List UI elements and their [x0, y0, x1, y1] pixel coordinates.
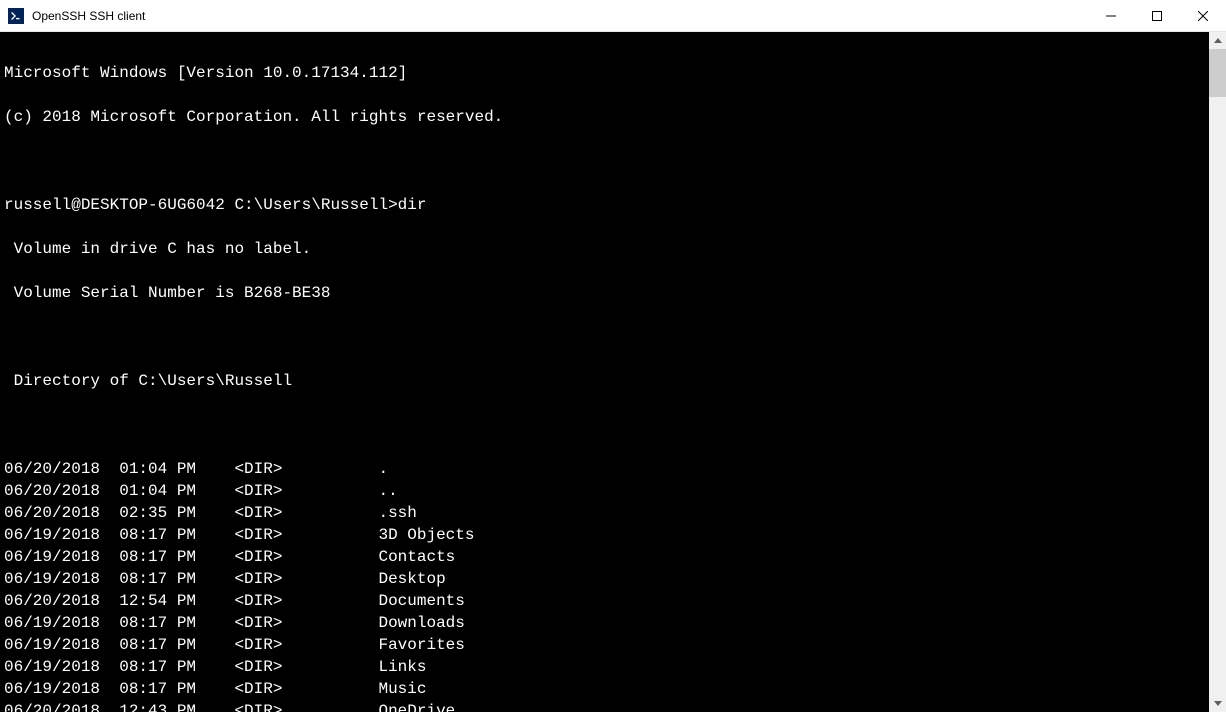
dir-entry: 06/20/2018 01:04 PM <DIR> ..: [4, 480, 1209, 502]
scroll-down-icon[interactable]: [1209, 695, 1226, 712]
terminal-prompt-line: russell@DESKTOP-6UG6042 C:\Users\Russell…: [4, 194, 1209, 216]
dir-entry: 06/20/2018 12:43 PM <DIR> OneDrive: [4, 700, 1209, 712]
titlebar[interactable]: OpenSSH SSH client: [0, 0, 1226, 32]
dir-entry: 06/19/2018 08:17 PM <DIR> Links: [4, 656, 1209, 678]
powershell-icon: [8, 8, 24, 24]
window-title: OpenSSH SSH client: [32, 9, 1088, 23]
scroll-thumb[interactable]: [1209, 49, 1226, 97]
close-button[interactable]: [1180, 0, 1226, 32]
dir-entry: 06/19/2018 08:17 PM <DIR> Favorites: [4, 634, 1209, 656]
terminal-line: Volume in drive C has no label.: [4, 238, 1209, 260]
dir-entry: 06/19/2018 08:17 PM <DIR> Music: [4, 678, 1209, 700]
terminal-line: (c) 2018 Microsoft Corporation. All righ…: [4, 106, 1209, 128]
window-controls: [1088, 0, 1226, 31]
dir-entry: 06/19/2018 08:17 PM <DIR> Desktop: [4, 568, 1209, 590]
terminal-line: [4, 150, 1209, 172]
scroll-up-icon[interactable]: [1209, 32, 1226, 49]
minimize-button[interactable]: [1088, 0, 1134, 32]
terminal-line: Microsoft Windows [Version 10.0.17134.11…: [4, 62, 1209, 84]
terminal-line: Directory of C:\Users\Russell: [4, 370, 1209, 392]
dir-entry: 06/19/2018 08:17 PM <DIR> Contacts: [4, 546, 1209, 568]
dir-entry: 06/20/2018 02:35 PM <DIR> .ssh: [4, 502, 1209, 524]
terminal-line: Volume Serial Number is B268-BE38: [4, 282, 1209, 304]
terminal[interactable]: Microsoft Windows [Version 10.0.17134.11…: [0, 32, 1209, 712]
dir-listing: 06/20/2018 01:04 PM <DIR> .06/20/2018 01…: [4, 458, 1209, 712]
dir-entry: 06/19/2018 08:17 PM <DIR> Downloads: [4, 612, 1209, 634]
maximize-button[interactable]: [1134, 0, 1180, 32]
dir-entry: 06/19/2018 08:17 PM <DIR> 3D Objects: [4, 524, 1209, 546]
scrollbar[interactable]: [1209, 32, 1226, 712]
dir-entry: 06/20/2018 12:54 PM <DIR> Documents: [4, 590, 1209, 612]
terminal-line: [4, 326, 1209, 348]
dir-entry: 06/20/2018 01:04 PM <DIR> .: [4, 458, 1209, 480]
terminal-line: [4, 414, 1209, 436]
terminal-container: Microsoft Windows [Version 10.0.17134.11…: [0, 32, 1226, 712]
